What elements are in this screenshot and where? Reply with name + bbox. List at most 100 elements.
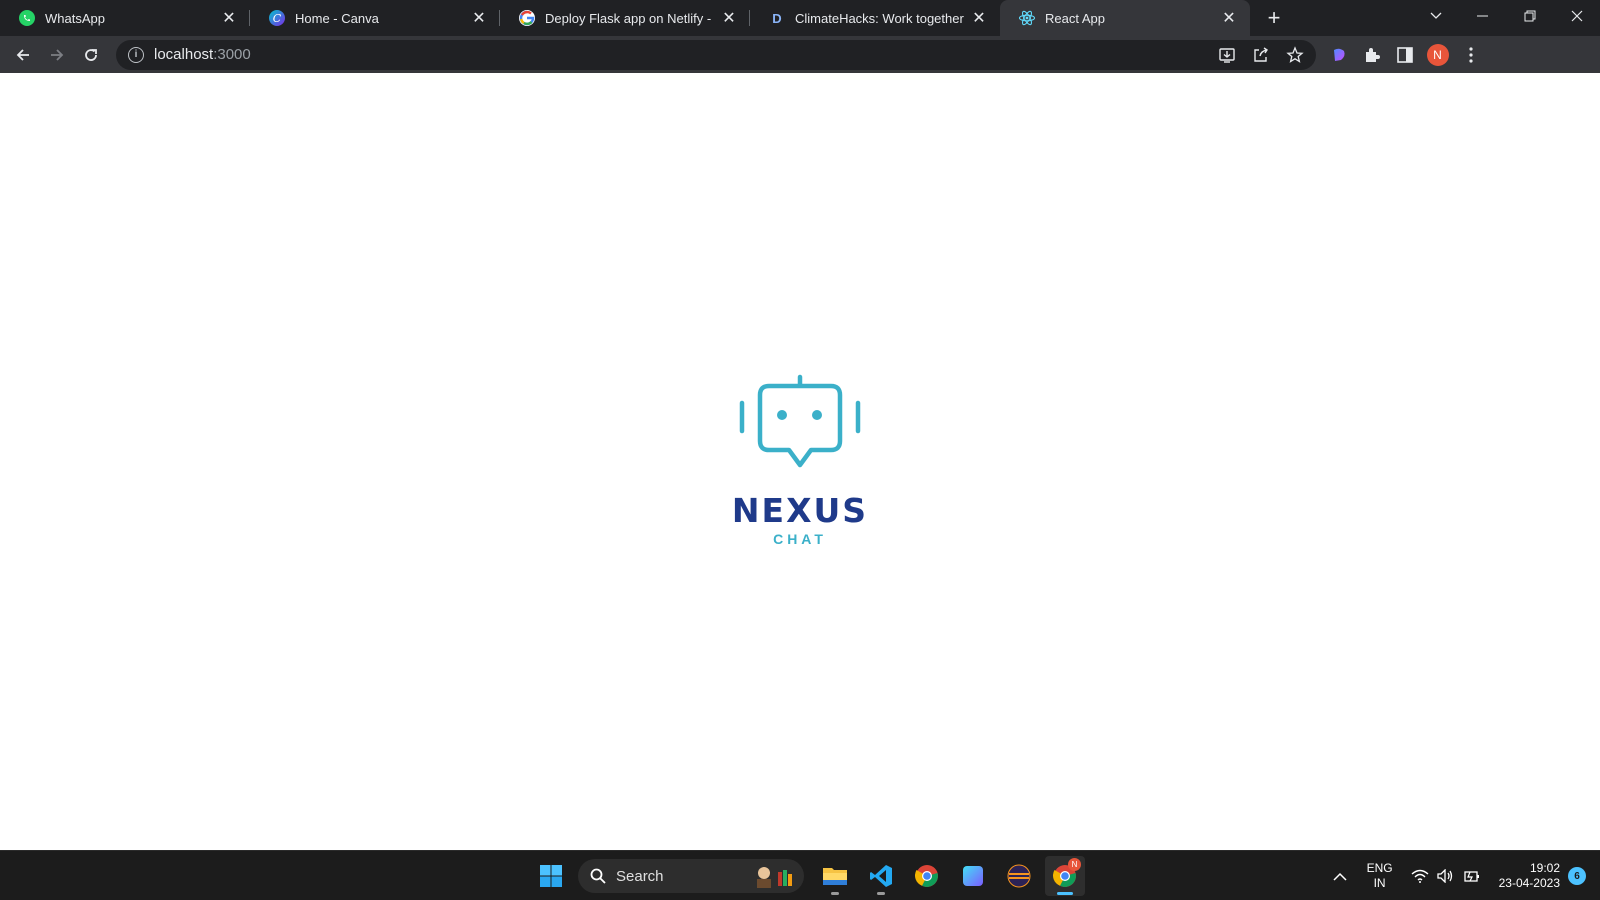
share-icon — [1254, 46, 1268, 62]
close-icon[interactable]: ✕ — [1220, 9, 1238, 27]
canva-icon: C — [268, 9, 286, 27]
window-controls — [1412, 0, 1600, 36]
whatsapp-icon — [18, 9, 36, 27]
search-label: Search — [616, 867, 664, 885]
battery-button[interactable] — [1459, 861, 1485, 891]
chatbot-icon — [739, 374, 861, 468]
clock[interactable]: 19:02 23-04-2023 — [1499, 861, 1560, 891]
nexus-chat-logo: NEXUS CHAT — [730, 373, 870, 553]
close-icon — [1571, 10, 1582, 22]
share-button[interactable] — [1244, 40, 1278, 70]
notification-badge[interactable]: 6 — [1568, 867, 1586, 885]
running-indicator — [877, 892, 885, 895]
extension-logo-icon — [1333, 48, 1345, 61]
start-icon — [540, 865, 562, 887]
eclipse-button[interactable] — [999, 856, 1039, 896]
svg-text:C: C — [273, 12, 282, 25]
taskbar-search[interactable]: Search — [578, 859, 804, 893]
close-icon[interactable]: ✕ — [970, 9, 988, 27]
arrow-left-icon — [16, 48, 29, 61]
url-port: :3000 — [213, 46, 251, 63]
logo-title: NEXUS — [731, 491, 869, 530]
file-explorer-button[interactable] — [815, 856, 855, 896]
arrow-right-icon — [51, 48, 64, 61]
minimize-icon — [1477, 15, 1488, 17]
profile-button[interactable]: N — [1421, 38, 1454, 72]
taskbar-apps: Search N — [528, 851, 1088, 900]
page-content: NEXUS CHAT — [0, 73, 1600, 850]
restore-icon — [1524, 10, 1535, 22]
chrome-profile-button[interactable]: N — [1045, 856, 1085, 896]
app-button[interactable] — [953, 856, 993, 896]
language-indicator[interactable]: ENG IN — [1367, 861, 1393, 891]
devpost-icon: D — [768, 9, 786, 27]
chrome-button[interactable] — [907, 856, 947, 896]
close-icon[interactable]: ✕ — [720, 9, 738, 27]
extension-tools: N — [1322, 38, 1487, 72]
bookmark-button[interactable] — [1278, 40, 1312, 70]
date: 23-04-2023 — [1498, 876, 1560, 890]
restore-button[interactable] — [1506, 0, 1553, 32]
show-hidden-icons-button[interactable] — [1327, 861, 1353, 891]
close-window-button[interactable] — [1553, 0, 1600, 32]
react-icon — [1018, 9, 1036, 27]
browser-menu-button[interactable] — [1454, 38, 1487, 72]
omnibox-actions — [1210, 40, 1312, 70]
info-icon[interactable]: i — [128, 46, 144, 63]
back-button[interactable] — [6, 38, 40, 72]
browser-toolbar: i localhost:3000 N — [0, 36, 1600, 73]
reload-icon — [85, 48, 97, 61]
side-panel-icon — [1396, 46, 1413, 63]
extension-button[interactable] — [1322, 38, 1355, 72]
url-host: localhost — [154, 46, 214, 63]
tab-title: ClimateHacks: Work together to s — [795, 10, 964, 26]
google-icon — [518, 9, 536, 27]
vscode-button[interactable] — [861, 856, 901, 896]
close-icon[interactable]: ✕ — [470, 9, 488, 27]
battery-icon — [1463, 871, 1479, 882]
eclipse-icon — [1007, 864, 1031, 888]
tab-canva[interactable]: C Home - Canva ✕ — [250, 0, 500, 36]
tab-title: React App — [1045, 10, 1105, 26]
system-tray: ENG IN 19:02 23-04-2023 6 — [1327, 851, 1600, 900]
chevron-up-icon — [1333, 872, 1347, 881]
reload-button[interactable] — [74, 38, 108, 72]
address-bar[interactable]: i localhost:3000 — [116, 39, 1316, 70]
tab-search-button[interactable] — [1412, 0, 1459, 32]
file-explorer-icon — [823, 868, 847, 885]
tab-climatehacks[interactable]: D ClimateHacks: Work together to s ✕ — [750, 0, 1000, 36]
tab-google-search[interactable]: Deploy Flask app on Netlify - Go ✕ — [500, 0, 750, 36]
new-tab-button[interactable]: + — [1256, 0, 1292, 36]
tab-whatsapp[interactable]: WhatsApp ✕ — [0, 0, 250, 36]
chevron-down-icon — [1430, 12, 1441, 19]
forward-button[interactable] — [40, 38, 74, 72]
side-panel-button[interactable] — [1388, 38, 1421, 72]
extensions-menu-button[interactable] — [1355, 38, 1388, 72]
search-highlight-icon — [757, 867, 792, 888]
language-code: ENG — [1366, 861, 1393, 875]
avatar: N — [1426, 43, 1449, 66]
time: 19:02 — [1529, 861, 1560, 875]
minimize-button[interactable] — [1459, 0, 1506, 32]
more-vertical-icon — [1468, 46, 1473, 63]
taskbar: Search N ENG IN 19:02 23-04-2023 6 — [0, 850, 1600, 900]
close-icon[interactable]: ✕ — [220, 9, 238, 27]
tab-strip: WhatsApp ✕ C Home - Canva ✕ Deploy Flask… — [0, 0, 1600, 36]
volume-button[interactable] — [1433, 861, 1459, 891]
profile-badge: N — [1068, 858, 1081, 871]
star-icon — [1286, 45, 1304, 63]
wifi-icon — [1411, 869, 1429, 883]
start-button[interactable] — [531, 856, 571, 896]
wifi-button[interactable] — [1407, 861, 1433, 891]
volume-icon — [1436, 869, 1452, 883]
tab-title: Home - Canva — [295, 10, 379, 26]
search-icon — [590, 868, 606, 884]
chrome-icon — [915, 865, 938, 887]
tab-list: WhatsApp ✕ C Home - Canva ✕ Deploy Flask… — [0, 0, 1250, 36]
install-app-button[interactable] — [1210, 40, 1244, 70]
running-indicator — [1057, 892, 1073, 895]
tab-title: WhatsApp — [45, 10, 105, 26]
running-indicator — [831, 892, 839, 895]
tab-react-app[interactable]: React App ✕ — [1000, 0, 1250, 36]
logo-subtitle: CHAT — [773, 531, 827, 547]
